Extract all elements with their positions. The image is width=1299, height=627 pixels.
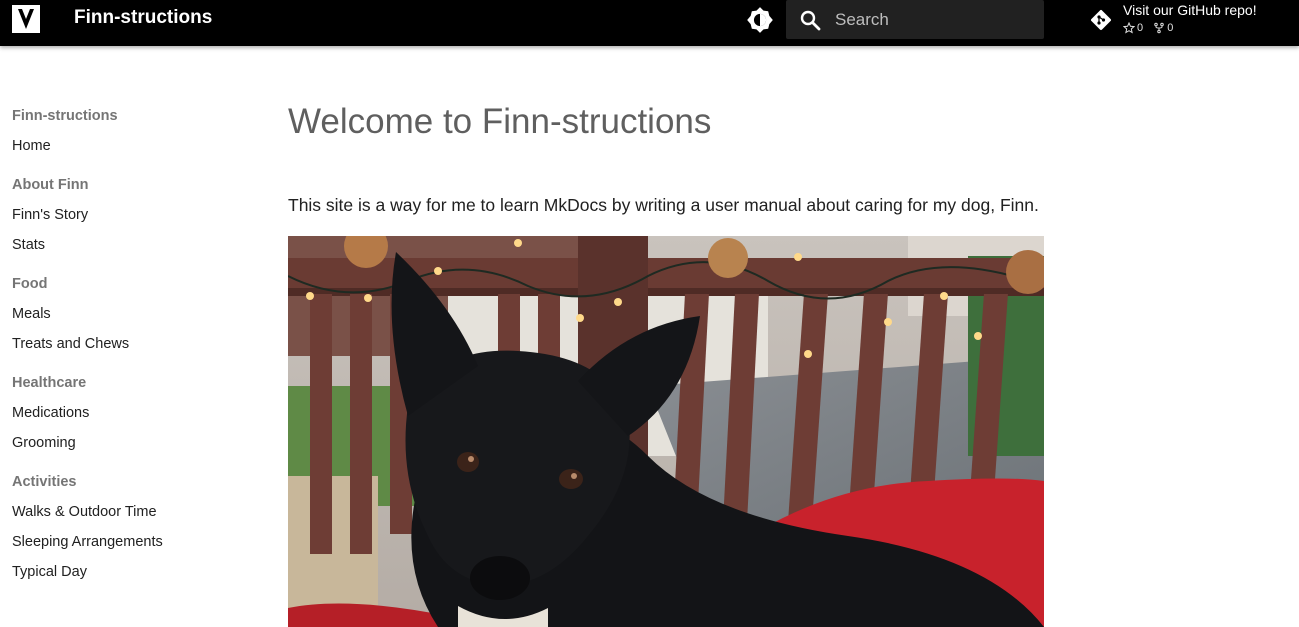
nav-section-title: Food — [12, 276, 48, 292]
nav-section-title: Activities — [12, 474, 77, 490]
intro-text: This site is a way for me to learn MkDoc… — [288, 195, 1039, 215]
search-icon — [800, 10, 821, 31]
nav-item-grooming[interactable]: Grooming — [12, 433, 242, 453]
nav-item-meals[interactable]: Meals — [12, 304, 242, 324]
nav-item-finns-story[interactable]: Finn's Story — [12, 205, 242, 225]
forks-fact: 0 — [1153, 22, 1173, 34]
site-title[interactable]: Finn-structions — [74, 8, 212, 28]
nav-section-title: About Finn — [12, 177, 89, 193]
fork-icon — [1154, 22, 1164, 34]
forks-count: 0 — [1167, 22, 1174, 34]
search-input[interactable] — [835, 0, 1035, 39]
nav-item-typical-day[interactable]: Typical Day — [12, 562, 242, 582]
nav-item-medications[interactable]: Medications — [12, 403, 242, 423]
nav-item-treats-and-chews[interactable]: Treats and Chews — [12, 334, 242, 354]
search-bar[interactable] — [786, 0, 1044, 39]
repo-facts: 0 0 — [1123, 22, 1180, 37]
brightness-icon[interactable] — [746, 6, 774, 34]
star-icon — [1123, 22, 1135, 34]
nav-item-home[interactable]: Home — [12, 136, 242, 156]
stars-fact: 0 — [1123, 22, 1143, 34]
repo-link[interactable]: Visit our GitHub repo! 0 0 — [1088, 1, 1288, 41]
nav-section-title: Healthcare — [12, 375, 87, 391]
git-icon — [1091, 10, 1111, 30]
page-title: Welcome to Finn-structions — [288, 102, 712, 141]
logo-icon[interactable] — [12, 5, 40, 33]
dog-photo — [288, 236, 1044, 627]
top-header: Finn-structions Visit our GitHub repo! — [0, 0, 1299, 46]
nav-item-stats[interactable]: Stats — [12, 235, 242, 255]
nav-item-walks[interactable]: Walks & Outdoor Time — [12, 502, 242, 522]
nav-item-sleeping-arrangements[interactable]: Sleeping Arrangements — [12, 532, 242, 552]
repo-name: Visit our GitHub repo! — [1123, 2, 1257, 18]
stars-count: 0 — [1137, 22, 1144, 34]
sidebar-nav: Finn-structions Home About Finn Finn's S… — [12, 106, 242, 582]
nav-section-title: Finn-structions — [12, 108, 118, 124]
